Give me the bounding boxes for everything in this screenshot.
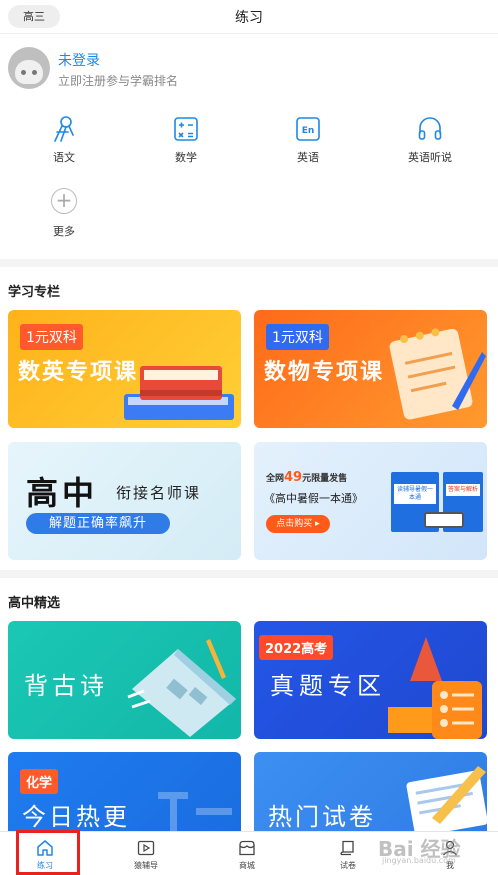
card-title: 背古诗 — [24, 672, 108, 700]
phone-icon — [424, 512, 464, 528]
price-suffix: 元限量发售 — [302, 474, 348, 484]
card-banner: 解题正确率飙升 — [26, 513, 170, 534]
decorative-shapes — [158, 792, 232, 831]
pencil-clipboard-illustration — [388, 637, 482, 739]
buy-button[interactable]: 点击购买 ▸ — [266, 515, 330, 533]
highlight-box — [16, 830, 80, 875]
section-title-featured: 高中精选 — [8, 596, 61, 611]
card-title: 真题专区 — [270, 672, 386, 700]
subject-english[interactable]: En 英语 — [259, 115, 357, 165]
card-recite-poems[interactable]: 背古诗 — [8, 621, 241, 739]
subject-chinese[interactable]: 语文 — [15, 115, 113, 165]
subject-more[interactable]: + 更多 — [15, 188, 113, 239]
divider — [0, 570, 498, 578]
english-icon: En — [296, 117, 320, 141]
card-title: 热门试卷 — [268, 803, 376, 831]
book-cover-label: 答案与解析 — [446, 484, 480, 496]
card-math-physics-course[interactable]: 1元双科 数物专项课 — [254, 310, 487, 428]
paper-icon — [340, 840, 354, 856]
card-high-school-bridge-course[interactable]: 高中 衔接名师课 解题正确率飙升 — [8, 442, 241, 560]
book-cover-label: 读辅导暑假一本通 — [394, 484, 436, 504]
subject-math[interactable]: 数学 — [137, 115, 235, 165]
subject-label: 更多 — [53, 225, 75, 238]
card-past-exams[interactable]: 2022高考 真题专区 — [254, 621, 487, 739]
card-tag: 化学 — [20, 769, 59, 794]
login-status[interactable]: 未登录 — [58, 50, 100, 70]
subject-label: 数学 — [175, 151, 197, 164]
card-title: 数物专项课 — [264, 360, 385, 385]
login-hint: 立即注册参与学霸排名 — [58, 74, 179, 88]
tab-papers[interactable]: 试卷 — [308, 832, 388, 875]
practice-page: { "header": {"grade": "高三", "title": "练习… — [0, 0, 498, 875]
tab-yuanfudao[interactable]: 猿辅导 — [106, 832, 186, 875]
card-daily-update[interactable]: 化学 今日热更 — [8, 752, 241, 831]
chinese-icon — [54, 116, 74, 142]
top-bar: 高三 练习 — [0, 0, 498, 34]
card-tag: 2022高考 — [259, 635, 334, 660]
math-icon — [174, 117, 198, 141]
tab-label: 猿辅导 — [134, 861, 158, 870]
watermark-url: jingyan.baidu.com — [382, 856, 456, 865]
subject-label: 英语 — [297, 151, 319, 164]
avatar-face — [15, 60, 43, 84]
card-tag: 1元双科 — [20, 324, 83, 350]
page-title: 练习 — [235, 10, 263, 26]
svg-text:En: En — [302, 126, 315, 136]
card-title: 今日热更 — [22, 803, 130, 831]
price-value: 49 — [284, 470, 303, 485]
card-title-big: 高中 — [26, 474, 99, 512]
card-popular-papers[interactable]: 热门试卷 — [254, 752, 487, 831]
subject-label: 语文 — [53, 151, 75, 164]
store-icon — [239, 840, 255, 856]
tab-store[interactable]: 商城 — [207, 832, 287, 875]
user-login-row[interactable]: 未登录 立即注册参与学霸排名 — [8, 45, 488, 91]
card-summer-book[interactable]: 全网49元限量发售 《高中暑假一本通》 点击购买 ▸ 读辅导暑假一本通 答案与解… — [254, 442, 487, 560]
play-icon — [137, 840, 155, 856]
tab-label: 商城 — [239, 861, 255, 870]
avatar[interactable] — [8, 47, 50, 89]
card-title-small: 衔接名师课 — [116, 484, 202, 502]
card-price-line: 全网49元限量发售 — [266, 470, 347, 485]
subject-english-listening[interactable]: 英语听说 — [381, 115, 479, 165]
books-illustration — [124, 366, 234, 420]
tab-label: 试卷 — [340, 861, 356, 870]
notebook-pen-illustration — [389, 328, 486, 420]
card-tag: 1元双科 — [266, 324, 329, 350]
divider — [0, 259, 498, 267]
card-book-title: 《高中暑假一本通》 — [264, 492, 363, 505]
price-prefix: 全网 — [266, 474, 285, 484]
section-title-column: 学习专栏 — [8, 285, 61, 300]
plus-icon: + — [51, 188, 77, 214]
scroll-illustration — [127, 639, 236, 737]
paper-pen-illustration — [406, 766, 487, 831]
subject-label: 英语听说 — [408, 151, 452, 164]
card-math-english-course[interactable]: 1元双科 数英专项课 — [8, 310, 241, 428]
headphones-icon — [418, 117, 442, 140]
